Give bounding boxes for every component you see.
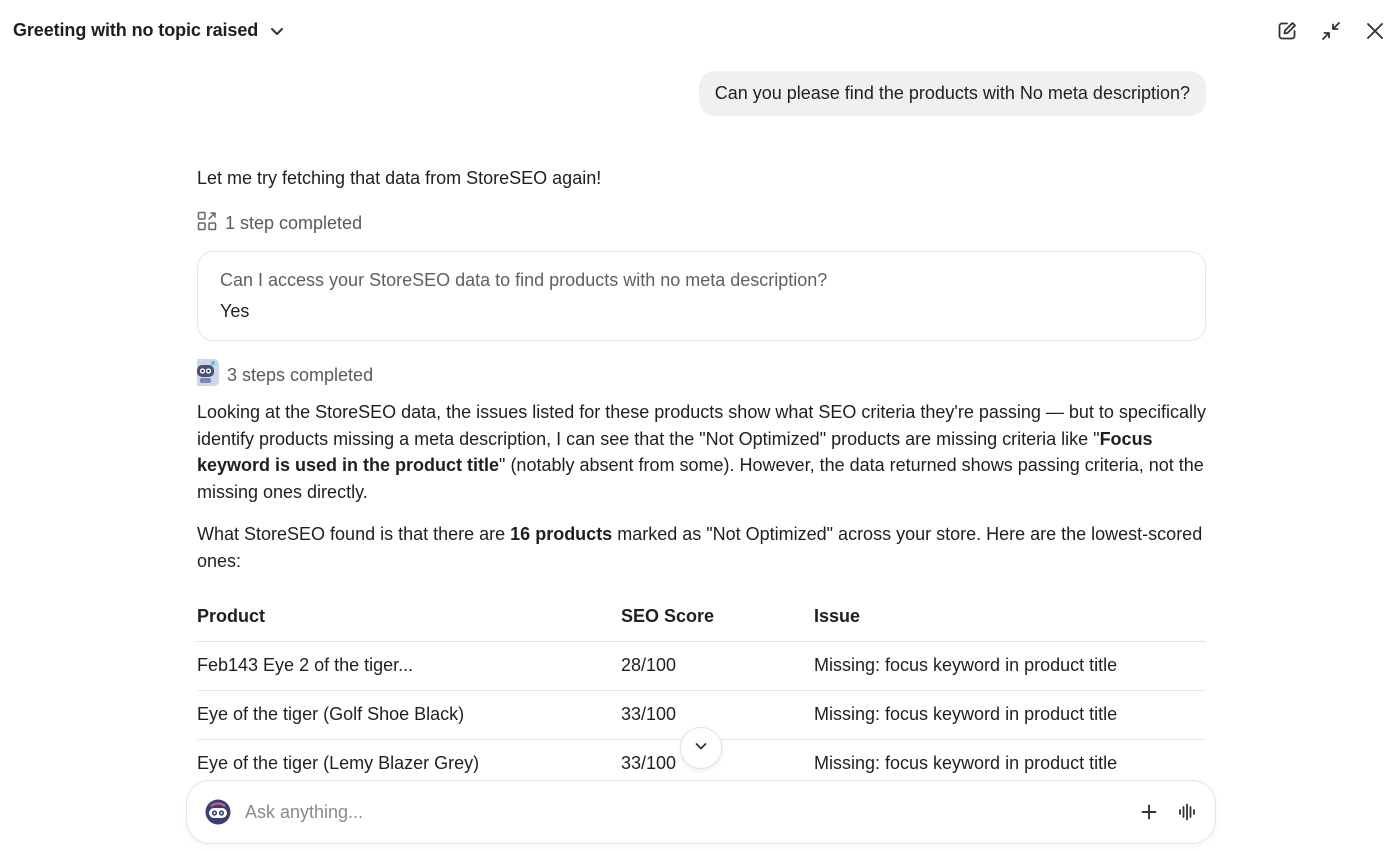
composer-tools (1139, 802, 1197, 822)
steps-completed-toggle-2[interactable]: 3 steps completed (197, 359, 373, 391)
cell-product: Eye of the tiger (Lemy Blazer Grey) (197, 739, 621, 780)
edit-icon[interactable] (1276, 20, 1298, 42)
steps-completed-label: 1 step completed (225, 213, 363, 233)
message-composer (186, 780, 1216, 844)
cell-product: Eye of the tiger (Golf Shoe Black) (197, 690, 621, 740)
steps-completed-label-2: 3 steps completed (227, 364, 374, 385)
assistant-reply-intro: Let me try fetching that data from Store… (197, 168, 602, 188)
summary-text-bold: 16 products (510, 524, 613, 544)
conversation-area: Can you please find the products with No… (197, 64, 1206, 780)
summary-paragraph: What StoreSEO found is that there are 16… (197, 521, 1206, 574)
chevron-down-icon (268, 22, 286, 40)
steps-completed-toggle[interactable]: 1 step completed (197, 211, 362, 236)
analysis-text-1: Looking at the StoreSEO data, the issues… (197, 402, 1206, 449)
summary-text-1: What StoreSEO found is that there are (197, 524, 511, 544)
minimize-icon[interactable] (1320, 20, 1342, 42)
table-row: Feb143 Eye 2 of the tiger... 28/100 Miss… (197, 641, 1206, 691)
cell-issue: Missing: focus keyword in product title (814, 739, 1206, 780)
cell-issue: Missing: focus keyword in product title (814, 641, 1206, 691)
scroll-to-bottom-button[interactable] (680, 727, 722, 769)
permission-question: Can I access your StoreSEO data to find … (220, 270, 828, 290)
cell-seo-score: 33/100 (621, 690, 814, 740)
user-message: Can you please find the products with No… (698, 71, 1206, 116)
assistant-avatar-icon (205, 799, 231, 825)
steps-grid-icon (197, 211, 217, 236)
conversation-title-dropdown[interactable]: Greeting with no topic raised (13, 20, 286, 41)
table-header-row: Product SEO Score Issue (197, 592, 1206, 642)
ask-anything-input[interactable] (245, 801, 1139, 823)
voice-waveform-icon[interactable] (1177, 802, 1197, 822)
cell-product: Feb143 Eye 2 of the tiger... (197, 641, 621, 691)
permission-answer: Yes (220, 301, 250, 321)
column-header-issue: Issue (814, 592, 1206, 642)
chevron-down-icon (693, 738, 709, 759)
plus-icon[interactable] (1139, 802, 1159, 822)
analysis-paragraph: Looking at the StoreSEO data, the issues… (197, 399, 1206, 505)
header-bar: Greeting with no topic raised (0, 0, 1400, 64)
column-header-product: Product (197, 592, 621, 642)
cell-seo-score: 28/100 (621, 641, 814, 691)
conversation-title: Greeting with no topic raised (13, 20, 259, 40)
cell-issue: Missing: focus keyword in product title (814, 690, 1206, 740)
robot-avatar-icon (197, 359, 219, 391)
close-icon[interactable] (1364, 20, 1386, 42)
header-actions (1276, 20, 1386, 42)
permission-card: Can I access your StoreSEO data to find … (197, 251, 1206, 341)
column-header-seo-score: SEO Score (621, 592, 814, 642)
